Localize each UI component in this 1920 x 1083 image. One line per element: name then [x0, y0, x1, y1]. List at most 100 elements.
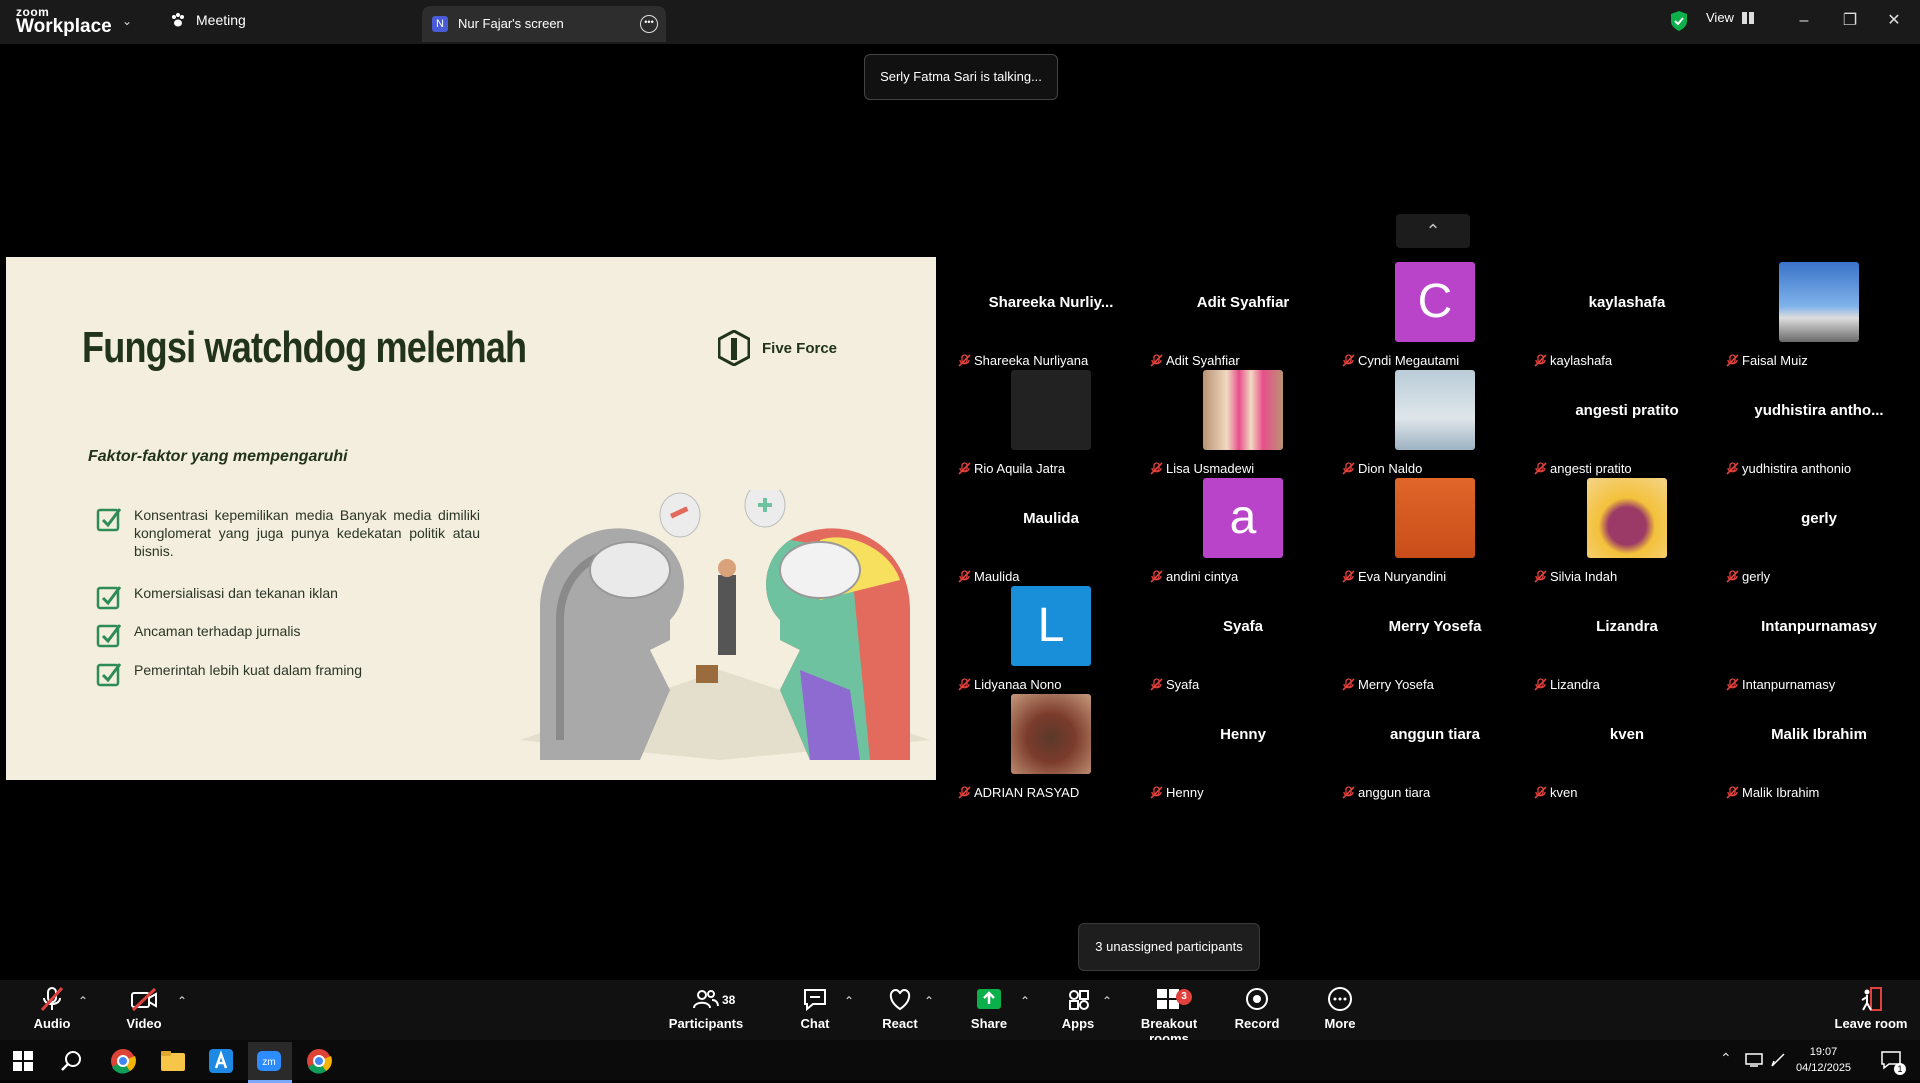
participant-name-tag: Faisal Muiz — [1726, 350, 1808, 370]
bullet-text: Konsentrasi kepemilikan media Banyak med… — [134, 507, 480, 559]
more-button[interactable]: More — [1295, 986, 1385, 1031]
workplace-logo[interactable]: Workplace — [16, 16, 112, 38]
participant-tile[interactable]: Henny Henny — [1147, 694, 1339, 802]
participant-tile[interactable]: Adit Syahfiar Adit Syahfiar — [1147, 262, 1339, 370]
system-clock[interactable]: 19:07 04/12/2025 — [1796, 1044, 1851, 1076]
participant-tile[interactable]: L Lidyanaa Nono — [955, 586, 1147, 694]
mic-muted-icon — [1150, 569, 1163, 583]
participant-tile[interactable]: Dion Naldo — [1339, 370, 1531, 478]
view-button[interactable]: View — [1706, 10, 1754, 25]
participant-tile[interactable]: yudhistira antho... yudhistira anthonio — [1723, 370, 1915, 478]
apps-icon — [1069, 990, 1089, 1010]
share-options-caret-icon[interactable]: ⌃ — [1020, 994, 1030, 1008]
chevron-down-icon[interactable]: ⌄ — [122, 14, 132, 28]
mic-muted-icon — [1150, 461, 1163, 475]
bullet-text: Pemerintah lebih kuat dalam framing — [134, 662, 363, 678]
app-store-icon[interactable] — [208, 1048, 234, 1074]
tray-chevron-up-icon[interactable]: ⌃ — [1720, 1050, 1732, 1067]
video-button[interactable]: Video — [99, 986, 189, 1031]
mic-muted-icon — [1150, 785, 1163, 799]
participant-tile[interactable]: C Cyndi Megautami — [1339, 262, 1531, 370]
close-button[interactable]: ✕ — [1874, 6, 1914, 36]
video-options-caret-icon[interactable]: ⌃ — [177, 994, 187, 1008]
participant-name-tag: Dion Naldo — [1342, 458, 1422, 478]
chat-label: Chat — [800, 1016, 830, 1031]
participant-display-name: Malik Ibrahim — [1771, 726, 1867, 743]
participant-tile[interactable]: Silvia Indah — [1531, 478, 1723, 586]
participant-tile[interactable]: kven kven — [1531, 694, 1723, 802]
mic-muted-icon — [1726, 461, 1739, 475]
react-options-caret-icon[interactable]: ⌃ — [924, 994, 934, 1008]
participant-tile[interactable]: Lisa Usmadewi — [1147, 370, 1339, 478]
participant-name: angesti pratito — [1550, 460, 1632, 476]
participant-tile[interactable]: a andini cintya — [1147, 478, 1339, 586]
search-icon[interactable] — [60, 1049, 84, 1073]
participant-tile[interactable]: Shareeka Nurliy... Shareeka Nurliyana — [955, 262, 1147, 370]
mic-muted-icon — [1726, 569, 1739, 583]
gallery-scroll-up-button[interactable]: ⌃ — [1396, 214, 1470, 248]
mic-muted-icon — [1342, 785, 1355, 799]
participant-tile[interactable]: Rio Aquila Jatra — [955, 370, 1147, 478]
participant-photo — [1011, 694, 1091, 774]
tab-meeting[interactable]: Meeting — [170, 12, 246, 28]
apps-options-caret-icon[interactable]: ⌃ — [1102, 994, 1112, 1008]
tab-screen-share[interactable]: N Nur Fajar's screen ••• — [422, 6, 666, 42]
participant-tile[interactable]: Faisal Muiz — [1723, 262, 1915, 370]
participant-name: andini cintya — [1166, 568, 1239, 584]
participants-button[interactable]: Participants — [661, 986, 751, 1031]
leave-room-button[interactable]: Leave room — [1826, 986, 1916, 1031]
chat-options-caret-icon[interactable]: ⌃ — [844, 994, 854, 1008]
participant-tile[interactable]: Maulida Maulida — [955, 478, 1147, 586]
participant-name: Adit Syahfiar — [1166, 352, 1240, 368]
mic-muted-icon — [1342, 353, 1355, 367]
shield-icon[interactable] — [1668, 10, 1690, 32]
mic-muted-icon — [1534, 677, 1547, 691]
participant-name: ADRIAN RASYAD — [974, 784, 1080, 800]
participant-name: Lidyanaa Nono — [974, 676, 1062, 692]
participant-tile[interactable]: ADRIAN RASYAD — [955, 694, 1147, 802]
participant-tile[interactable]: Lizandra Lizandra — [1531, 586, 1723, 694]
participant-tile[interactable]: Malik Ibrahim Malik Ibrahim — [1723, 694, 1915, 802]
share-button[interactable]: Share — [944, 986, 1034, 1031]
participant-tile[interactable]: Merry Yosefa Merry Yosefa — [1339, 586, 1531, 694]
participant-display-name: Shareeka Nurliy... — [988, 294, 1114, 311]
video-off-icon — [131, 987, 157, 1012]
participant-name: kaylashafa — [1550, 352, 1613, 368]
audio-options-caret-icon[interactable]: ⌃ — [78, 994, 88, 1008]
participant-name-tag: Malik Ibrahim — [1726, 782, 1819, 802]
participant-tile[interactable]: Eva Nuryandini — [1339, 478, 1531, 586]
record-button[interactable]: Record — [1212, 986, 1302, 1031]
participant-tile[interactable]: anggun tiara anggun tiara — [1339, 694, 1531, 802]
mic-muted-icon — [958, 569, 971, 583]
apps-button[interactable]: Apps — [1033, 986, 1123, 1031]
chrome-icon[interactable] — [110, 1048, 136, 1074]
participants-label: Participants — [668, 1016, 744, 1031]
checkbox-check-icon — [96, 624, 122, 648]
participant-name-tag: Cyndi Megautami — [1342, 350, 1459, 370]
file-explorer-icon[interactable] — [160, 1050, 186, 1072]
participant-tile[interactable]: kaylashafa kaylashafa — [1531, 262, 1723, 370]
minimize-button[interactable]: – — [1784, 6, 1824, 36]
record-icon — [1246, 988, 1268, 1010]
title-bar — [0, 0, 1920, 44]
windows-start-icon[interactable] — [12, 1050, 34, 1072]
participant-tile[interactable]: angesti pratito angesti pratito — [1531, 370, 1723, 478]
network-icon[interactable] — [1744, 1052, 1764, 1068]
breakout-rooms-button[interactable]: Breakout rooms — [1122, 986, 1216, 1046]
participant-name-tag: Rio Aquila Jatra — [958, 458, 1065, 478]
pen-icon[interactable] — [1770, 1052, 1788, 1068]
react-button[interactable]: React — [855, 986, 945, 1031]
participant-name-tag: Eva Nuryandini — [1342, 566, 1446, 586]
participant-tile[interactable]: Syafa Syafa — [1147, 586, 1339, 694]
chat-button[interactable]: Chat — [770, 986, 860, 1031]
participant-tile[interactable]: Intanpurnamasy Intanpurnamasy — [1723, 586, 1915, 694]
maximize-button[interactable]: ❐ — [1830, 6, 1870, 36]
leave-door-icon — [1861, 987, 1882, 1011]
mic-muted-icon — [958, 785, 971, 799]
chrome-profile-icon[interactable] — [306, 1048, 332, 1074]
participant-name: Faisal Muiz — [1742, 352, 1808, 368]
participant-tile[interactable]: gerly gerly — [1723, 478, 1915, 586]
clock-time: 19:07 — [1809, 1046, 1838, 1058]
audio-button[interactable]: Audio — [7, 986, 97, 1031]
more-options-icon[interactable]: ••• — [640, 15, 658, 33]
